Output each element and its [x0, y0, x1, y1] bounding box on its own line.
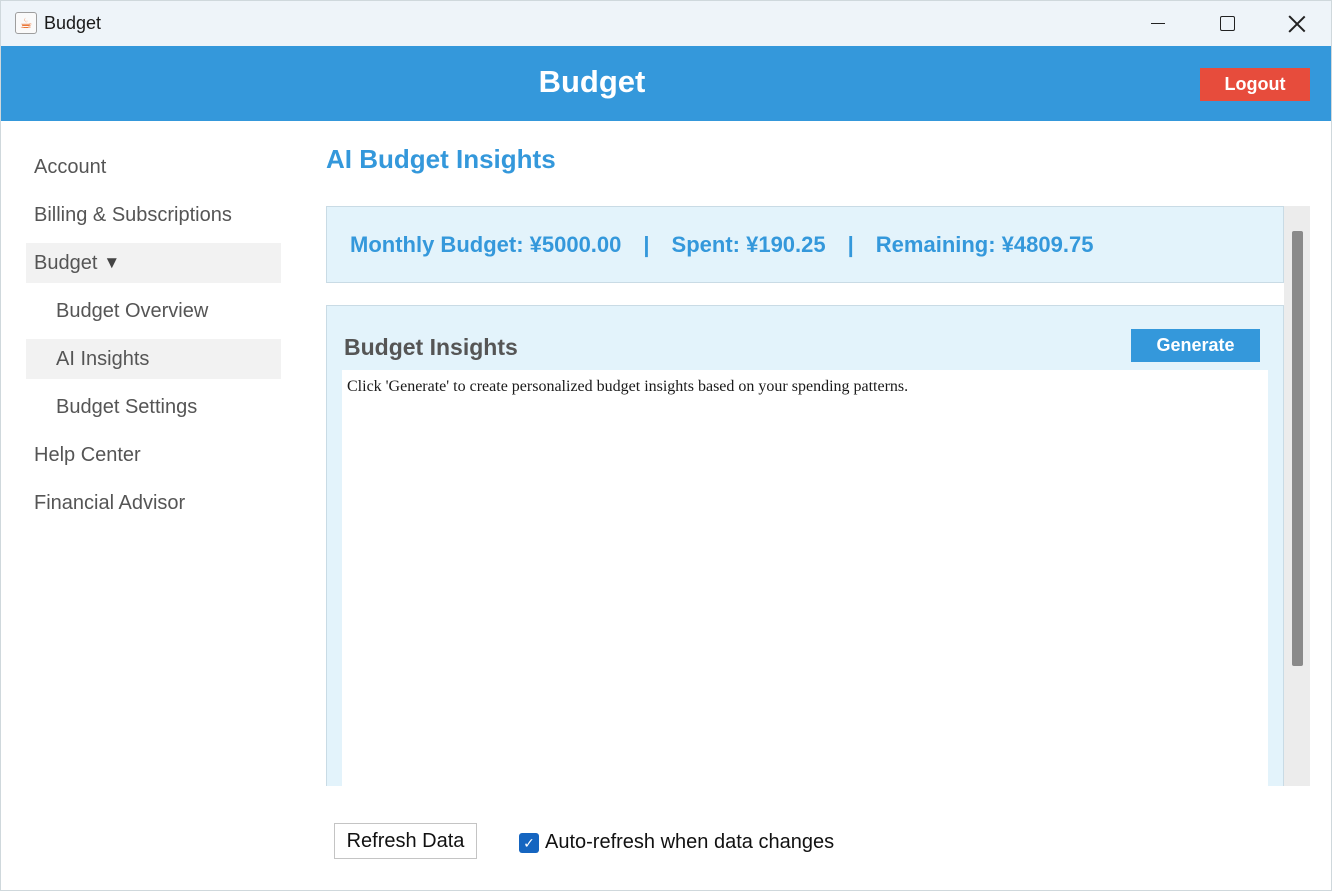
sidebar-item-label: Account — [34, 155, 107, 178]
minimize-button[interactable] — [1123, 1, 1193, 46]
sidebar-item-billing-subscriptions[interactable]: Billing & Subscriptions — [26, 195, 281, 235]
sidebar-item-help-center[interactable]: Help Center — [26, 435, 281, 475]
page-title: AI Budget Insights — [326, 144, 556, 174]
app-header: Budget Logout — [1, 46, 1331, 121]
sidebar-item-label: Billing & Subscriptions — [34, 203, 232, 226]
java-coffee-icon: ☕ — [15, 12, 37, 34]
sidebar-item-account[interactable]: Account — [26, 147, 281, 187]
summary-separator: | — [847, 231, 854, 257]
insights-panel: Budget Insights Generate Click 'Generate… — [326, 305, 1284, 810]
sidebar-item-financial-advisor[interactable]: Financial Advisor — [26, 483, 281, 523]
app-window: ☕ Budget Budget Logout Account Billing &… — [0, 0, 1332, 891]
sidebar: Account Billing & Subscriptions Budget ▼… — [26, 147, 281, 531]
generate-button[interactable]: Generate — [1131, 329, 1260, 362]
maximize-button[interactable] — [1192, 1, 1262, 46]
refresh-data-button[interactable]: Refresh Data — [334, 823, 477, 859]
close-button[interactable] — [1262, 1, 1331, 46]
sidebar-item-budget[interactable]: Budget ▼ — [26, 243, 281, 283]
sidebar-item-budget-overview[interactable]: Budget Overview — [26, 291, 281, 331]
remaining-value: Remaining: ¥4809.75 — [875, 231, 1094, 257]
monthly-budget-value: Monthly Budget: ¥5000.00 — [350, 231, 622, 257]
caret-down-icon: ▼ — [103, 253, 121, 272]
vertical-scrollbar[interactable] — [1284, 206, 1310, 786]
auto-refresh-checkbox[interactable]: ✓ — [519, 832, 539, 853]
maximize-icon — [1219, 16, 1235, 31]
close-icon — [1288, 15, 1306, 33]
sidebar-item-label: Financial Advisor — [34, 491, 186, 514]
insights-text-area[interactable]: Click 'Generate' to create personalized … — [342, 370, 1268, 810]
minimize-icon — [1151, 23, 1165, 24]
spent-value: Spent: ¥190.25 — [671, 231, 826, 257]
sidebar-item-budget-settings[interactable]: Budget Settings — [26, 387, 281, 427]
budget-summary: Monthly Budget: ¥5000.00 | Spent: ¥190.2… — [326, 206, 1284, 283]
logout-button[interactable]: Logout — [1200, 68, 1310, 101]
summary-separator: | — [643, 231, 650, 257]
sidebar-item-label: Budget Settings — [56, 395, 198, 418]
scrollbar-thumb[interactable] — [1292, 231, 1303, 666]
sidebar-item-label: Help Center — [34, 443, 141, 466]
insights-title: Budget Insights — [344, 334, 518, 360]
sidebar-item-label: AI Insights — [56, 347, 150, 370]
auto-refresh-toggle[interactable]: ✓ Auto-refresh when data changes — [519, 831, 834, 854]
sidebar-item-label: Budget — [34, 251, 98, 274]
sidebar-item-ai-insights[interactable]: AI Insights — [26, 339, 281, 379]
title-bar: ☕ Budget — [1, 1, 1331, 46]
checkmark-icon: ✓ — [523, 834, 535, 851]
sidebar-item-label: Budget Overview — [56, 299, 209, 322]
header-title: Budget — [538, 64, 646, 99]
window-title: Budget — [44, 13, 102, 33]
auto-refresh-label: Auto-refresh when data changes — [545, 831, 835, 853]
